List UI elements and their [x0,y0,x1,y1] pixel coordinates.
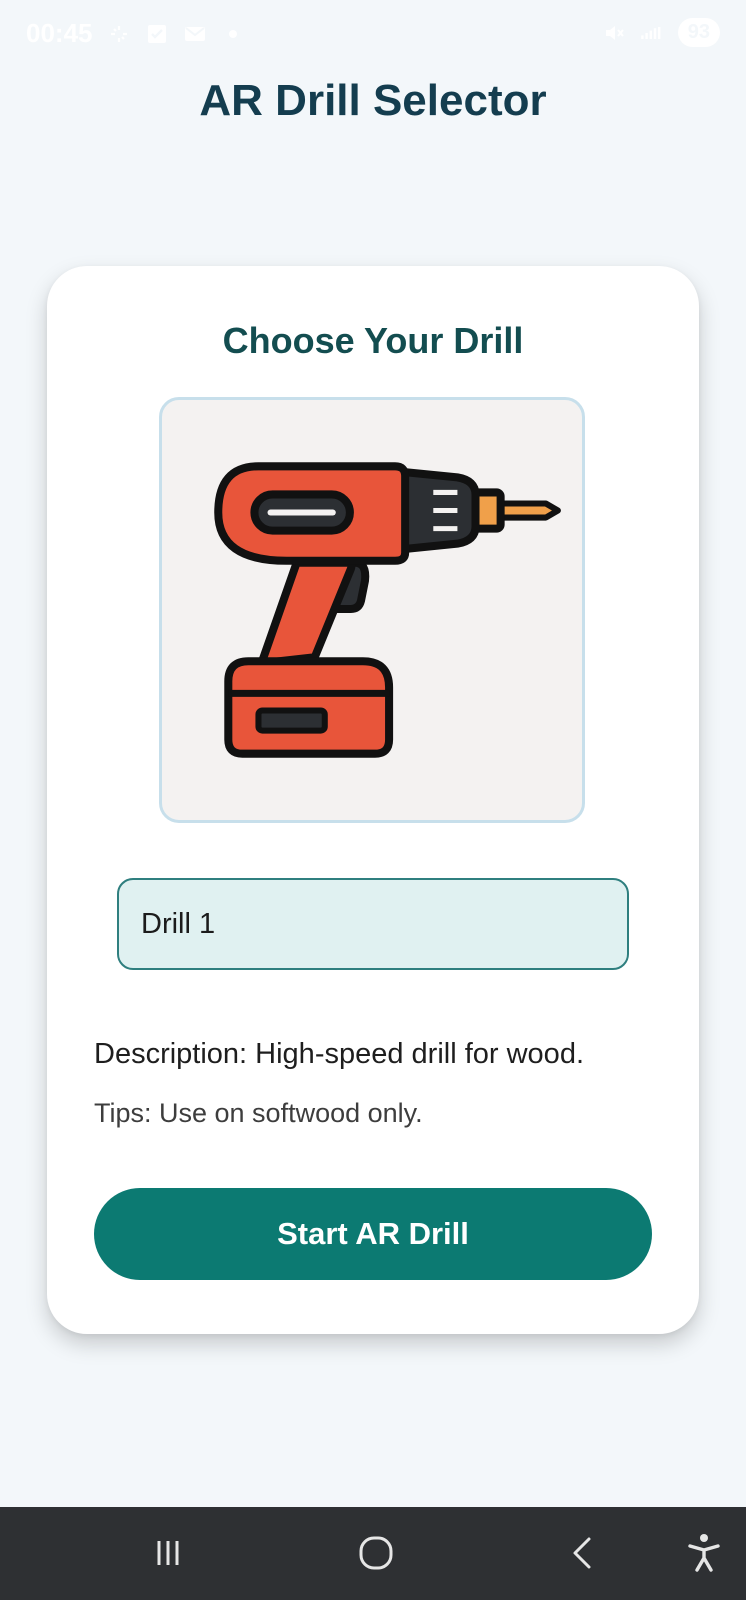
navigation-bar [0,1507,746,1600]
drill-tips: Tips: Use on softwood only. [94,1098,423,1128]
status-right: 93 [602,18,720,47]
drill-card: Choose Your Drill Drill 1 Description: H… [47,266,699,1334]
screen: 00:45 93 AR Drill Selector Choose Your D… [0,0,746,1600]
mail-icon [184,26,205,41]
dot-icon [228,29,237,38]
home-icon[interactable] [352,1529,400,1577]
sync-icon [110,25,127,42]
drill-select[interactable]: Drill 1 [117,878,629,970]
drill-illustration-icon [214,462,561,758]
signal-icon [640,26,661,39]
check-icon [147,24,166,43]
drill-description: Description: High-speed drill for wood. [94,1038,584,1070]
status-left: 00:45 [26,18,245,49]
back-icon[interactable] [560,1529,608,1577]
accessibility-icon[interactable] [680,1529,728,1577]
page-title: AR Drill Selector [199,76,547,125]
card-heading: Choose Your Drill [222,320,524,361]
battery-indicator: 93 [677,18,720,47]
drill-image [159,397,585,823]
recents-icon[interactable] [144,1529,192,1577]
status-bar: 00:45 93 [0,0,746,68]
mute-icon [605,25,624,40]
start-ar-drill-button[interactable]: Start AR Drill [94,1188,652,1280]
status-time: 00:45 [26,18,93,48]
